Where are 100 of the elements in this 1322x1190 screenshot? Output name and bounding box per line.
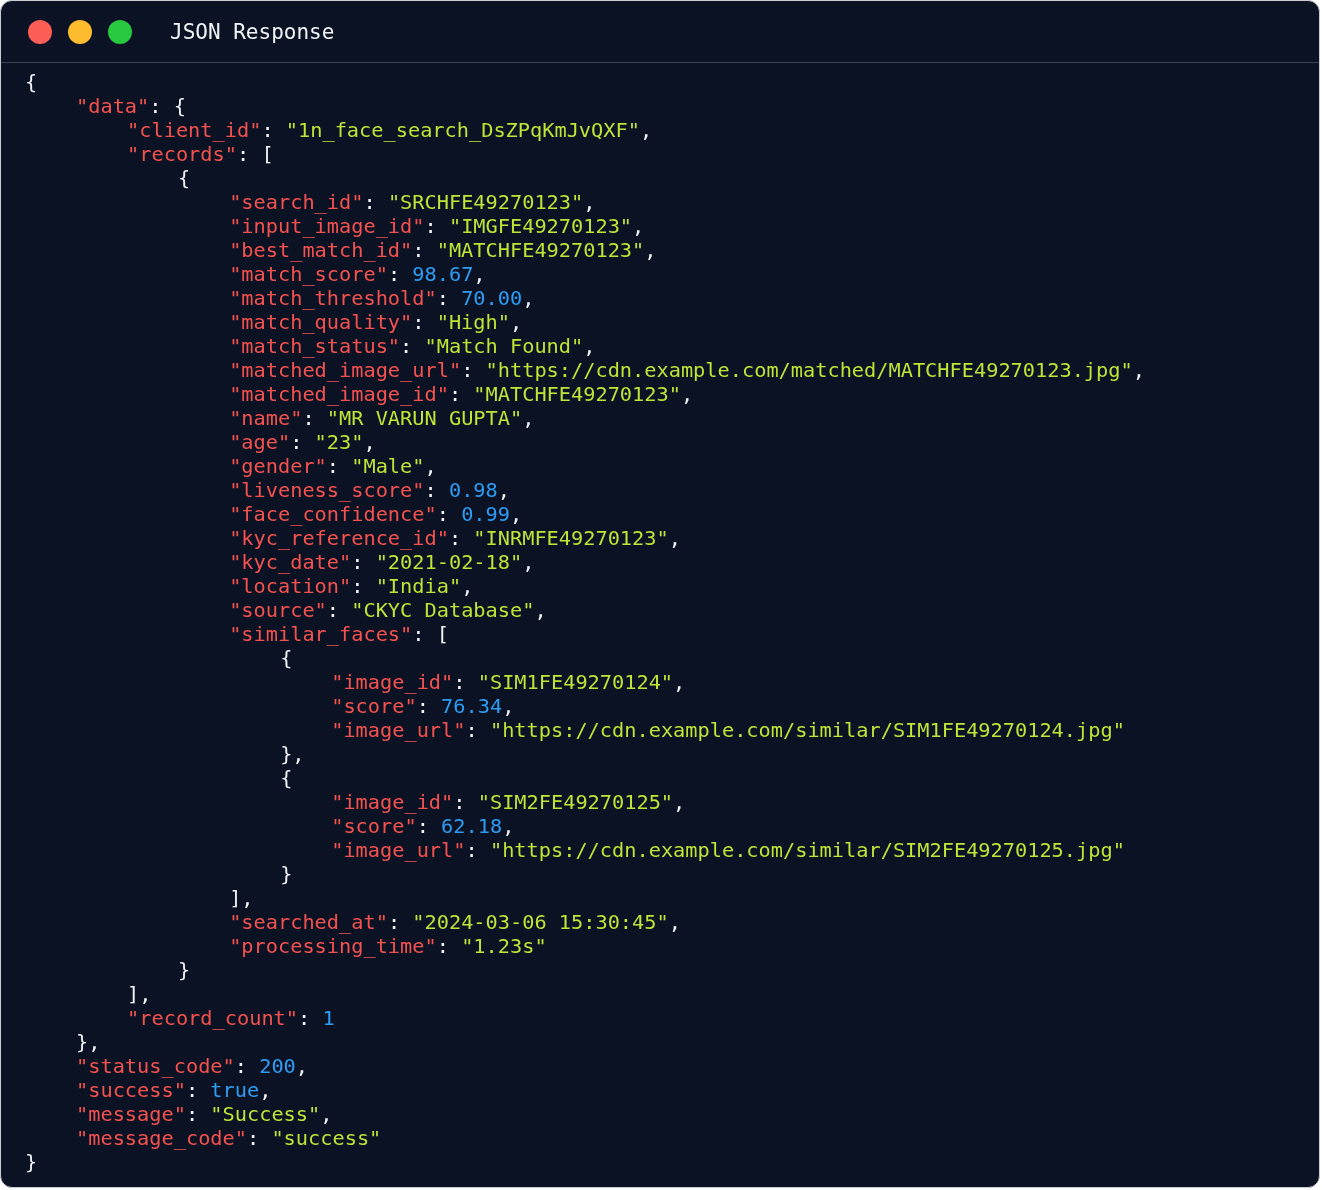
json-punctuation: , [534,598,547,622]
json-number: 98.67 [412,262,474,286]
json-key: "search_id" [229,190,364,214]
json-punctuation: : [416,814,430,838]
json-key: "kyc_date" [229,550,352,574]
json-punctuation: : [412,238,426,262]
json-key: "match_quality" [229,310,413,334]
json-punctuation: } [280,862,293,886]
json-string: "INRMFE49270123" [473,526,669,550]
json-key: "image_url" [331,718,466,742]
json-number: 62.18 [441,814,503,838]
json-punctuation: : [363,190,377,214]
json-punctuation: , [673,670,686,694]
minimize-button[interactable] [68,19,92,44]
maximize-button[interactable] [108,19,132,44]
json-punctuation: : { [149,94,186,118]
json-punctuation: : [436,934,450,958]
json-punctuation: : [448,526,463,550]
json-key: "score" [331,694,417,718]
json-string: "India" [375,574,462,598]
json-string: "SRCHFE49270123" [387,190,584,214]
json-key: "message" [76,1102,186,1126]
json-key: "name" [229,406,303,430]
json-key: "client_id" [127,118,262,142]
json-key: "data" [76,94,150,118]
json-number: 200 [259,1054,296,1078]
json-punctuation: : [448,382,463,406]
json-key: "input_image_id" [229,214,425,238]
json-punctuation: : [436,502,450,526]
json-string: "1.23s" [461,934,547,958]
json-punctuation: : [302,406,316,430]
json-string: "CKYC Database" [351,598,535,622]
json-punctuation: : [ [412,622,449,646]
json-punctuation: ], [229,886,254,910]
json-punctuation: : [461,358,475,382]
json-string: "success" [271,1126,382,1150]
json-key: "location" [229,574,352,598]
json-punctuation: : [453,790,467,814]
json-punctuation: : [261,118,275,142]
json-number: 0.98 [448,478,498,502]
json-key: "records" [127,142,237,166]
json-string: "23" [314,430,364,454]
json-punctuation: , [583,190,596,214]
json-punctuation: , [522,286,535,310]
json-string: "https://cdn.example.com/matched/MATCHFE49270123.jpg" [485,358,1133,382]
json-punctuation: , [509,310,523,334]
json-punctuation: }, [76,1030,101,1054]
json-key: "match_status" [229,334,401,358]
json-punctuation: , [363,430,376,454]
json-key: "matched_image_url" [229,358,462,382]
json-number: 1 [322,1006,335,1030]
json-punctuation: , [509,502,523,526]
json-punctuation: ], [127,982,152,1006]
json-punctuation: , [320,1102,333,1126]
json-punctuation: , [295,1054,309,1078]
json-key: "message_code" [76,1126,247,1150]
json-string: "MATCHFE49270123" [473,382,681,406]
json-punctuation: : [326,454,341,478]
json-key: "match_score" [229,262,388,286]
json-punctuation: : [387,910,402,934]
json-punctuation: { [25,70,38,94]
json-punctuation: : [185,1102,200,1126]
json-punctuation: : [298,1006,312,1030]
json-punctuation: : [185,1078,200,1102]
json-string: "SIM2FE49270125" [477,790,674,814]
json-punctuation: , [639,118,653,142]
json-key: "status_code" [76,1054,235,1078]
json-punctuation: , [1132,358,1145,382]
json-key: "image_id" [331,790,454,814]
json-punctuation: , [502,814,515,838]
json-key: "similar_faces" [229,622,413,646]
json-string: "MATCHFE49270123" [436,238,645,262]
json-punctuation: , [673,790,686,814]
json-punctuation: , [497,478,510,502]
window-title: JSON Response [170,19,335,44]
json-punctuation: : [290,430,304,454]
json-punctuation: , [522,550,535,574]
json-key: "face_confidence" [229,502,437,526]
close-button[interactable] [28,19,52,44]
json-key: "matched_image_id" [229,382,449,406]
json-punctuation: } [178,958,191,982]
json-punctuation: }, [280,742,305,766]
json-string: "1n_face_search_DsZPqKmJvQXF" [285,118,640,142]
json-key: "image_id" [331,670,454,694]
json-punctuation: : [351,574,365,598]
json-key: "match_threshold" [229,286,437,310]
json-punctuation: , [522,406,535,430]
json-punctuation: , [259,1078,272,1102]
json-string: "MR VARUN GUPTA" [326,406,523,430]
json-string: "https://cdn.example.com/similar/SIM1FE49270124.jpg" [489,718,1125,742]
json-punctuation: : [424,214,438,238]
json-punctuation: , [668,526,681,550]
json-number: 76.34 [441,694,503,718]
json-key: "gender" [229,454,327,478]
json-punctuation: : [412,310,426,334]
json-key: "score" [331,814,417,838]
json-punctuation: : [387,262,402,286]
json-string: "SIM1FE49270124" [477,670,674,694]
json-punctuation: : [453,670,467,694]
json-key: "success" [76,1078,186,1102]
